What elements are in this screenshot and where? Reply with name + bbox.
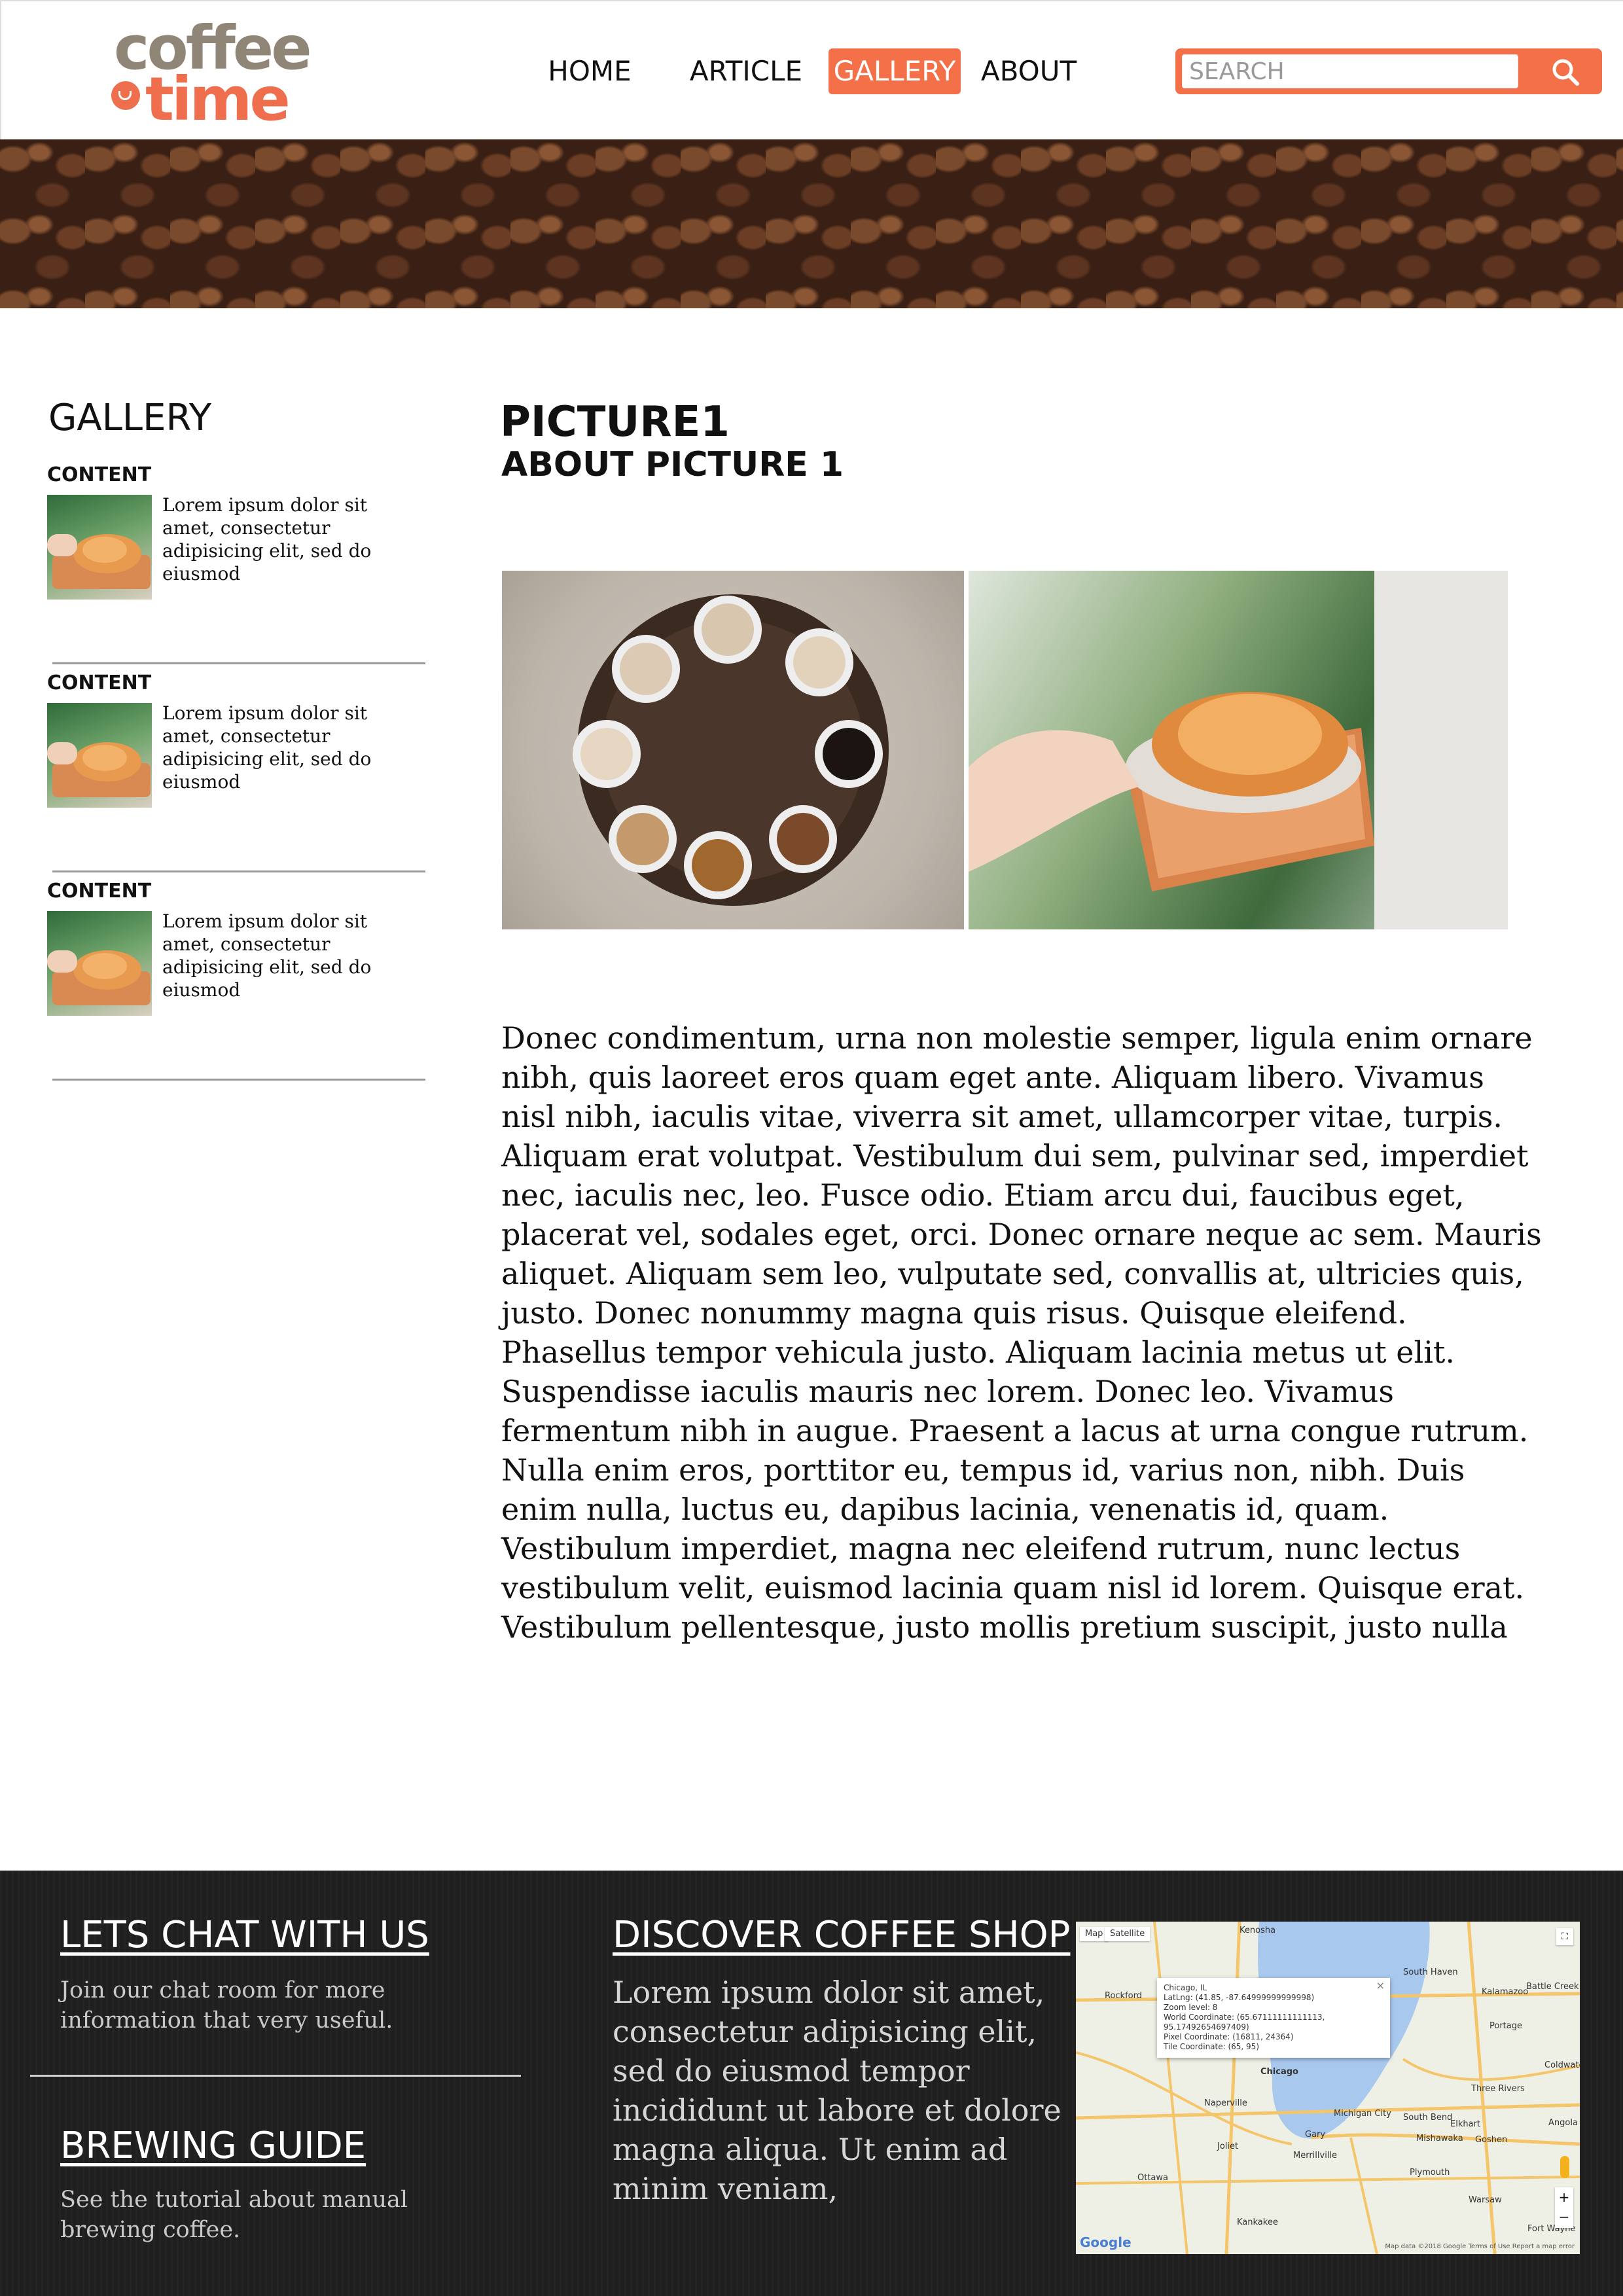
sidebar-item-caption: CONTENT <box>47 463 152 486</box>
map-city-label: Naperville <box>1204 2098 1247 2108</box>
map-city-label: Goshen <box>1475 2135 1508 2145</box>
map-city-label: Warsaw <box>1469 2195 1502 2205</box>
sidebar-item-thumbnail[interactable] <box>47 703 152 808</box>
sidebar-title: GALLERY <box>48 397 212 439</box>
map-city-label: Kalamazoo <box>1482 1987 1529 1997</box>
sidebar-item-text: Lorem ipsum dolor sit amet, consectetur … <box>162 494 372 584</box>
popup-line: Zoom level: 8 <box>1164 2003 1218 2012</box>
popup-line: LatLng: (41.85, -87.64999999999998) <box>1164 1993 1315 2002</box>
map-city-label: Kenosha <box>1240 1926 1276 1935</box>
map-city-label: Michigan City <box>1334 2109 1391 2119</box>
zoom-out-button[interactable]: − <box>1555 2207 1573 2227</box>
brewing-guide-text: See the tutorial about manual brewing co… <box>60 2187 408 2243</box>
article-body: Donec condimentum, urna non molestie sem… <box>501 1020 1542 1645</box>
map-city-label: Three Rivers <box>1471 2084 1525 2094</box>
search-icon <box>1552 59 1579 86</box>
map-city-label: Battle Creek <box>1526 1982 1579 1992</box>
nav-about[interactable]: ABOUT <box>979 48 1079 94</box>
sidebar-item[interactable]: CONTENT Lorem ipsum dolor sit amet, cons… <box>47 672 427 880</box>
fullscreen-icon[interactable]: ⛶ <box>1556 1928 1573 1945</box>
popup-line: Tile Coordinate: (65, 95) <box>1164 2042 1259 2051</box>
site-header: coffee time HOME ARTICLE GALLERY ABOUT <box>0 0 1623 139</box>
chat-text: Join our chat room for more information … <box>60 1977 393 2034</box>
discover-heading[interactable]: DISCOVER COFFEE SHOP <box>613 1914 1070 1956</box>
popup-line: Chicago, IL <box>1164 1983 1207 1992</box>
search-button[interactable] <box>1529 48 1602 94</box>
map-city-label: South Bend <box>1403 2113 1453 2123</box>
pegman-icon[interactable] <box>1560 2156 1569 2178</box>
divider <box>52 662 425 664</box>
map-city-label: Kankakee <box>1237 2217 1278 2227</box>
map-tab-satellite[interactable]: Satellite <box>1105 1927 1150 1941</box>
sidebar-item[interactable]: CONTENT Lorem ipsum dolor sit amet, cons… <box>47 880 427 1088</box>
picture-title: PICTURE1 <box>500 398 730 446</box>
map-attribution[interactable]: Map data ©2018 Google Terms of Use Repor… <box>1385 2243 1575 2250</box>
popup-line: World Coordinate: (65.67111111111113, 95… <box>1164 2013 1325 2032</box>
google-logo: Google <box>1080 2234 1132 2250</box>
croissant-tray-image <box>969 571 1508 929</box>
croissant-image <box>47 950 151 1005</box>
sidebar-item-caption: CONTENT <box>47 672 152 694</box>
search-input[interactable] <box>1182 54 1518 88</box>
search-box <box>1175 48 1602 94</box>
map-city-label: Elkhart <box>1450 2119 1481 2129</box>
map-city-label: Coldwater <box>1544 2060 1580 2070</box>
map-city-label: Gary <box>1305 2130 1326 2140</box>
coffee-beans-banner <box>0 139 1623 308</box>
sidebar-item[interactable]: CONTENT Lorem ipsum dolor sit amet, cons… <box>47 463 427 672</box>
sidebar-item-text: Lorem ipsum dolor sit amet, consectetur … <box>162 910 372 1001</box>
map-type-bar: Map Satellite <box>1076 1922 1580 1946</box>
sidebar-item-text: Lorem ipsum dolor sit amet, consectetur … <box>162 702 372 793</box>
brewing-guide-heading[interactable]: BREWING GUIDE <box>60 2125 366 2167</box>
map-city-label: Merrillville <box>1293 2151 1338 2161</box>
popup-line: Pixel Coordinate: (16811, 24364) <box>1164 2032 1294 2041</box>
map-city-label: Angola <box>1548 2118 1578 2128</box>
nav-article[interactable]: ARTICLE <box>687 48 805 94</box>
map-city-label: Plymouth <box>1410 2168 1450 2178</box>
map-city-label: Mishawaka <box>1416 2134 1463 2144</box>
coffee-cups-image <box>573 594 889 906</box>
map-city-label: Portage <box>1489 2021 1522 2031</box>
sidebar-item-thumbnail[interactable] <box>47 911 152 1016</box>
croissant-image <box>47 534 151 589</box>
footer-divider <box>30 2075 521 2077</box>
nav-home[interactable]: HOME <box>541 48 639 94</box>
zoom-control: + − <box>1555 2187 1573 2228</box>
map-city-label: Rockford <box>1105 1991 1142 2001</box>
sidebar-item-thumbnail[interactable] <box>47 495 152 600</box>
close-icon[interactable]: × <box>1376 1981 1385 1991</box>
map-city-label: Ottawa <box>1137 2173 1168 2183</box>
logo-text-time: time <box>145 64 291 134</box>
coffee-time-logo[interactable]: coffee time <box>111 18 312 130</box>
coffee-cups-photo[interactable] <box>502 571 964 929</box>
map-city-label: Joliet <box>1217 2142 1239 2151</box>
map-city-label: Chicago <box>1260 2067 1298 2077</box>
map-info-popup: × Chicago, IL LatLng: (41.85, -87.649999… <box>1157 1978 1390 2058</box>
picture-subtitle: ABOUT PICTURE 1 <box>501 445 844 484</box>
zoom-in-button[interactable]: + <box>1555 2187 1573 2207</box>
sidebar-item-caption: CONTENT <box>47 880 152 903</box>
divider <box>52 870 425 872</box>
map-tab-map[interactable]: Map <box>1080 1927 1109 1941</box>
divider <box>52 1079 425 1081</box>
croissant-image <box>47 742 151 797</box>
discover-text: Lorem ipsum dolor sit amet, consectetur … <box>613 1975 1061 2206</box>
map-city-label: South Haven <box>1403 1967 1458 1977</box>
croissant-photo[interactable] <box>969 571 1508 929</box>
google-map[interactable]: Map Satellite ⛶ × Chicago, IL LatLng: (4… <box>1076 1922 1580 2254</box>
coffee-cup-icon <box>111 81 140 110</box>
nav-gallery[interactable]: GALLERY <box>829 48 961 94</box>
chat-heading[interactable]: LETS CHAT WITH US <box>60 1914 429 1956</box>
